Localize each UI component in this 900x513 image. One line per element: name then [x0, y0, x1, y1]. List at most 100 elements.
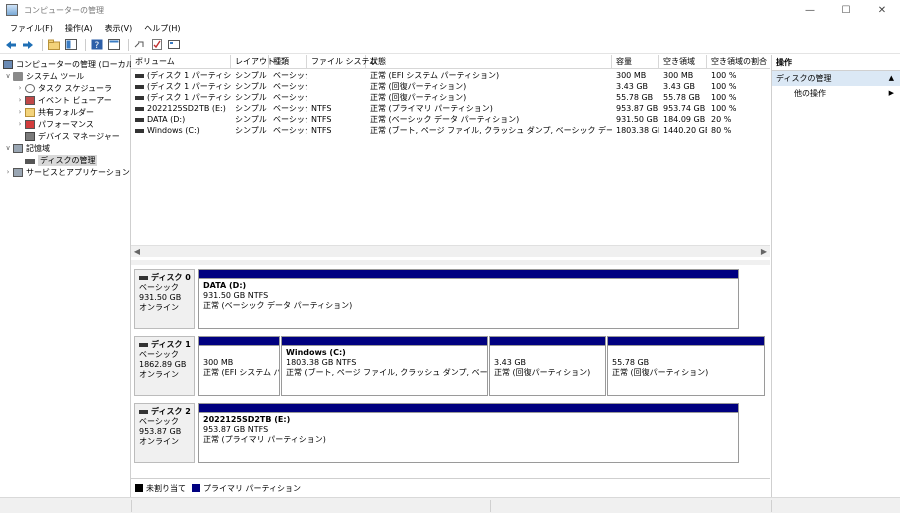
drive-icon	[135, 117, 144, 122]
column-header-free-percent[interactable]: 空き領域の割合	[707, 55, 770, 69]
maximize-button[interactable]: ☐	[828, 0, 864, 20]
chevron-right-icon[interactable]: ›	[4, 168, 12, 176]
tools-icon	[13, 71, 23, 81]
computer-management-icon	[6, 4, 18, 16]
disk-0-label[interactable]: ディスク 0 ベーシック 931.50 GB オンライン	[134, 269, 195, 329]
status-divider	[131, 500, 132, 512]
column-header-capacity[interactable]: 容量	[612, 55, 659, 69]
disk-2-label[interactable]: ディスク 2 ベーシック 953.87 GB オンライン	[134, 403, 195, 463]
navigation-tree: コンピューターの管理 (ローカル) ∨ システム ツール › タスク スケジュー…	[0, 55, 137, 497]
minimize-button[interactable]: —	[792, 0, 828, 20]
menu-file[interactable]: ファイル(F)	[4, 23, 59, 34]
table-row[interactable]: (ディスク 1 パーティション 1) シンプル ベーシック 正常 (EFI シス…	[131, 70, 770, 81]
collapse-icon[interactable]: ▲	[889, 71, 894, 86]
console-view-icon[interactable]	[107, 38, 121, 52]
drive-icon	[135, 128, 144, 133]
chevron-right-icon[interactable]: ›	[16, 96, 24, 104]
event-viewer-icon	[25, 95, 35, 105]
device-manager-icon	[25, 131, 35, 141]
chevron-down-icon[interactable]: ∨	[4, 72, 12, 80]
show-tree-icon[interactable]	[64, 38, 78, 52]
performance-icon	[25, 119, 35, 129]
window-controls: — ☐ ✕	[792, 0, 900, 20]
column-header-status[interactable]: 状態	[366, 55, 612, 69]
drive-icon	[135, 95, 144, 100]
properties-icon[interactable]	[167, 38, 181, 52]
storage-icon	[13, 143, 23, 153]
partition-recovery-1[interactable]: 3.43 GB 正常 (回復パーティション)	[489, 336, 606, 396]
menu-action[interactable]: 操作(A)	[59, 23, 99, 34]
menu-help[interactable]: ヘルプ(H)	[138, 23, 186, 34]
status-divider	[771, 500, 772, 512]
chevron-right-icon[interactable]: ›	[16, 84, 24, 92]
tree-item-device-manager[interactable]: デバイス マネージャー	[16, 130, 120, 142]
status-divider	[490, 500, 491, 512]
forward-icon[interactable]	[21, 38, 35, 52]
title-bar: コンピューターの管理 — ☐ ✕	[0, 0, 900, 20]
up-folder-icon[interactable]	[47, 38, 61, 52]
tree-item-services-apps[interactable]: › サービスとアプリケーション	[4, 166, 130, 178]
disk-icon	[139, 276, 148, 280]
chevron-right-icon[interactable]: ›	[16, 120, 24, 128]
disk-icon	[139, 343, 148, 347]
menu-bar: ファイル(F) 操作(A) 表示(V) ヘルプ(H)	[0, 20, 900, 36]
horizontal-scrollbar[interactable]: ◀ ▶	[131, 245, 770, 257]
tree-item-system-tools[interactable]: ∨ システム ツール	[4, 70, 84, 82]
legend-swatch	[192, 484, 200, 492]
table-row[interactable]: DATA (D:) シンプル ベーシック NTFS 正常 (ベーシック データ …	[131, 114, 770, 125]
tree-item-task-scheduler[interactable]: › タスク スケジューラ	[16, 82, 112, 94]
disk-layout-area: ディスク 0 ベーシック 931.50 GB オンライン DATA (D:) 9…	[131, 265, 770, 478]
scroll-right-icon[interactable]: ▶	[758, 246, 770, 258]
volume-list-header: ボリューム レイアウト 種類 ファイル システム 状態 容量 空き領域 空き領域…	[131, 55, 770, 69]
column-header-filesystem[interactable]: ファイル システム	[307, 55, 377, 69]
shared-folder-icon	[25, 107, 35, 117]
partition-e[interactable]: 2022125SD2TB (E:) 953.87 GB NTFS 正常 (プライ…	[198, 403, 739, 463]
table-row[interactable]: (ディスク 1 パーティション 4) シンプル ベーシック 正常 (回復パーティ…	[131, 81, 770, 92]
column-header-free-space[interactable]: 空き領域	[659, 55, 707, 69]
tree-item-disk-management[interactable]: ディスクの管理	[16, 154, 98, 166]
toolbar-separator	[42, 38, 43, 51]
chevron-right-icon: ▶	[888, 89, 894, 97]
drive-icon	[135, 73, 144, 78]
tree-item-shared-folders[interactable]: › 共有フォルダー	[16, 106, 94, 118]
svg-text:?: ?	[95, 41, 100, 50]
legend-unallocated: 未割り当て	[135, 483, 186, 494]
disk-1-label[interactable]: ディスク 1 ベーシック 1862.89 GB オンライン	[134, 336, 195, 396]
legend-swatch	[135, 484, 143, 492]
computer-icon	[3, 59, 13, 69]
disk-icon	[139, 410, 148, 414]
partition-windows-c[interactable]: Windows (C:) 1803.38 GB NTFS 正常 (ブート, ペー…	[281, 336, 488, 396]
disk-icon	[25, 158, 35, 164]
actions-header: 操作	[772, 55, 900, 71]
tree-root[interactable]: コンピューターの管理 (ローカル)	[2, 58, 137, 70]
partition-efi[interactable]: 300 MB 正常 (EFI システム パー	[198, 336, 280, 396]
partition-data-d[interactable]: DATA (D:) 931.50 GB NTFS 正常 (ベーシック データ パ…	[198, 269, 739, 329]
actions-pane: 操作 ディスクの管理 ▲ 他の操作 ▶	[771, 55, 900, 497]
tree-item-storage[interactable]: ∨ 記憶域	[4, 142, 50, 154]
help-icon[interactable]: ?	[90, 38, 104, 52]
table-row[interactable]: 2022125SD2TB (E:) シンプル ベーシック NTFS 正常 (プラ…	[131, 103, 770, 114]
table-row[interactable]: Windows (C:) シンプル ベーシック NTFS 正常 (ブート, ペー…	[131, 125, 770, 136]
drive-icon	[135, 84, 144, 89]
close-button[interactable]: ✕	[864, 0, 900, 20]
tree-item-performance[interactable]: › パフォーマンス	[16, 118, 94, 130]
center-pane: ボリューム レイアウト 種類 ファイル システム 状態 容量 空き領域 空き領域…	[131, 55, 770, 497]
chevron-right-icon[interactable]: ›	[16, 108, 24, 116]
column-header-layout[interactable]: レイアウト	[231, 55, 275, 69]
check-icon[interactable]	[150, 38, 164, 52]
column-header-type[interactable]: 種類	[269, 55, 307, 69]
partition-recovery-2[interactable]: 55.78 GB 正常 (回復パーティション)	[607, 336, 765, 396]
chevron-down-icon[interactable]: ∨	[4, 144, 12, 152]
back-icon[interactable]	[4, 38, 18, 52]
toolbar: ?	[0, 36, 900, 54]
table-row[interactable]: (ディスク 1 パーティション 5) シンプル ベーシック 正常 (回復パーティ…	[131, 92, 770, 103]
column-header-volume[interactable]: ボリューム	[131, 55, 231, 69]
action-more-actions[interactable]: 他の操作 ▶	[772, 86, 900, 101]
tree-item-event-viewer[interactable]: › イベント ビューアー	[16, 94, 112, 106]
drive-icon	[135, 106, 144, 111]
status-bar	[0, 497, 900, 513]
connect-icon[interactable]	[133, 38, 147, 52]
scroll-left-icon[interactable]: ◀	[131, 246, 143, 258]
actions-section-disk-management[interactable]: ディスクの管理 ▲	[772, 71, 900, 86]
menu-view[interactable]: 表示(V)	[99, 23, 139, 34]
